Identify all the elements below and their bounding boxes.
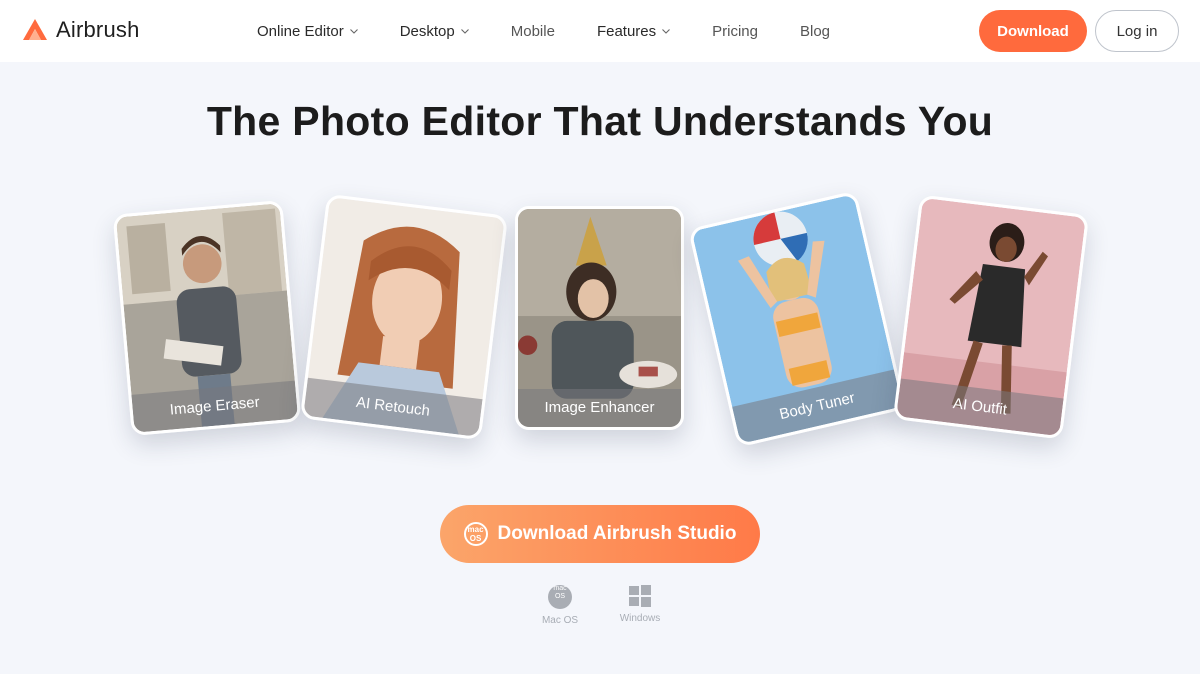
nav-blog-label: Blog xyxy=(800,22,831,40)
nav-features-label: Features xyxy=(596,22,657,40)
nav-pricing[interactable]: Pricing xyxy=(712,23,758,40)
download-studio-button[interactable]: mac OS Download Airbrush Studio xyxy=(440,505,760,563)
nav-features[interactable]: Features xyxy=(596,22,671,40)
nav-desktop-label: Desktop xyxy=(399,22,455,40)
feature-card-ai-retouch[interactable]: AI Retouch xyxy=(299,193,509,441)
chevron-down-icon xyxy=(349,28,358,34)
nav-blog[interactable]: Blog xyxy=(800,23,830,40)
nav-pricing-label: Pricing xyxy=(712,22,758,40)
nav-desktop[interactable]: Desktop xyxy=(400,23,469,40)
feature-card-body-tuner[interactable]: Body Tuner xyxy=(688,190,906,448)
main-nav: Online Editor Desktop Mobile Features Pr… xyxy=(257,0,830,62)
macos-icon: mac OS xyxy=(463,522,488,546)
feature-card-image-eraser[interactable]: Image Eraser xyxy=(112,200,302,436)
windows-icon xyxy=(629,585,651,607)
platform-windows[interactable]: Windows xyxy=(612,585,668,624)
login-button[interactable]: Log in xyxy=(1095,10,1179,52)
platform-macos-label: Mac OS xyxy=(541,615,579,626)
nav-mobile-label: Mobile xyxy=(510,22,555,40)
chevron-down-icon xyxy=(460,28,469,34)
nav-mobile[interactable]: Mobile xyxy=(511,23,555,40)
nav-online-editor-label: Online Editor xyxy=(257,22,344,40)
platform-windows-label: Windows xyxy=(619,613,661,624)
brand-name: Airbrush xyxy=(56,17,140,42)
image-enhancer-label: Image Enhancer xyxy=(518,389,681,427)
feature-card-ai-outfit[interactable]: AI Outfit xyxy=(892,194,1090,440)
platform-macos[interactable]: mac OS Mac OS xyxy=(535,585,585,626)
macos-icon: mac OS xyxy=(548,585,572,609)
feature-card-image-enhancer[interactable]: Image Enhancer xyxy=(515,206,684,430)
download-studio-label: Download Airbrush Studio xyxy=(497,523,737,544)
top-navigation-bar: Airbrush Online Editor Desktop Mobile Fe… xyxy=(0,0,1200,62)
airbrush-logo-icon xyxy=(23,19,47,40)
nav-online-editor[interactable]: Online Editor xyxy=(257,23,358,40)
airbrush-logo[interactable]: Airbrush xyxy=(22,17,140,43)
chevron-down-icon xyxy=(662,28,671,34)
hero-title: The Photo Editor That Understands You xyxy=(206,98,994,144)
header-download-button[interactable]: Download xyxy=(979,10,1087,52)
